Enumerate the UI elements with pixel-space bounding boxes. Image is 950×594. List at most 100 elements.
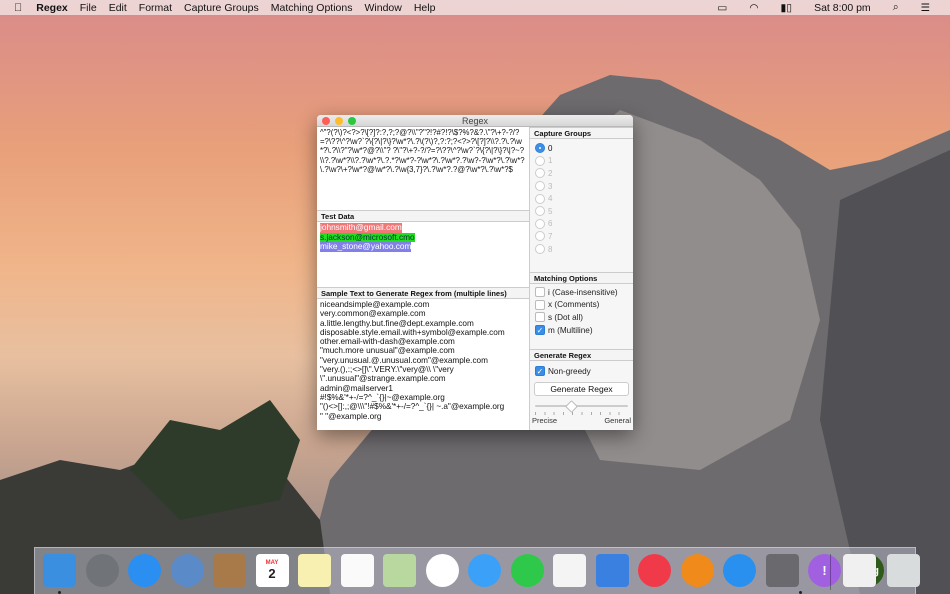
option-checkbox[interactable]: ✓ m (Multiline) bbox=[530, 324, 633, 337]
option-label: m (Multiline) bbox=[548, 325, 593, 335]
launchpad-icon[interactable] bbox=[85, 554, 119, 587]
regex-output[interactable]: ^"?(?\)?<?>?\[?]?:?,?;?@?\\"?"?!?#?!?\$?… bbox=[317, 127, 529, 210]
sample-line: \".unusual"@strange.example.com bbox=[320, 374, 446, 384]
photos-icon[interactable] bbox=[425, 554, 459, 587]
calendar-icon[interactable]: MAY 2 bbox=[255, 554, 289, 587]
system-preferences-icon[interactable] bbox=[765, 554, 799, 587]
sample-line: " "@example.org bbox=[320, 411, 382, 421]
dock-separator bbox=[830, 554, 831, 590]
non-greedy-label: Non-greedy bbox=[548, 366, 591, 376]
capture-group-radio-5[interactable]: 5 bbox=[530, 205, 633, 218]
menu-matching-options[interactable]: Matching Options bbox=[271, 2, 353, 14]
slider-min-label: Precise bbox=[532, 415, 558, 425]
zoom-button[interactable] bbox=[348, 117, 356, 125]
keynote-icon[interactable] bbox=[595, 554, 629, 587]
sample-line: "very.unusual.@.unusual.com"@example.com bbox=[320, 355, 488, 365]
capture-groups-header: Capture Groups bbox=[530, 127, 633, 139]
radio-icon bbox=[535, 155, 545, 166]
radio-icon bbox=[535, 206, 545, 217]
sample-text-header: Sample Text to Generate Regex from (mult… bbox=[317, 287, 529, 299]
radio-label: 8 bbox=[548, 244, 553, 254]
capture-group-radio-1[interactable]: 1 bbox=[530, 155, 633, 168]
notes-icon[interactable] bbox=[298, 554, 331, 587]
radio-label: 6 bbox=[548, 219, 553, 229]
spotlight-icon[interactable]: ⌕ bbox=[893, 1, 899, 14]
app-store-icon[interactable] bbox=[723, 554, 756, 587]
sample-line: a.little.lengthy.but.fine@dept.example.c… bbox=[320, 318, 474, 328]
non-greedy-checkbox[interactable]: ✓ Non-greedy bbox=[530, 365, 633, 378]
radio-label: 1 bbox=[548, 156, 553, 166]
menu-file[interactable]: File bbox=[80, 2, 97, 14]
radio-label: 7 bbox=[548, 231, 553, 241]
option-label: x (Comments) bbox=[548, 300, 600, 310]
contacts-icon[interactable] bbox=[213, 554, 246, 587]
messages-icon[interactable] bbox=[468, 554, 501, 587]
matching-options-header: Matching Options bbox=[530, 272, 633, 284]
sample-text-input[interactable]: niceandsimple@example.com very.common@exa… bbox=[317, 299, 529, 422]
sample-line: "()<>[]:,;@\\\"!#$%&'*+-/=?^_`{}| ~.a"@e… bbox=[320, 402, 505, 412]
apple-menu-icon[interactable]:  bbox=[14, 2, 22, 14]
reminders-icon[interactable] bbox=[340, 554, 374, 587]
mail-icon[interactable] bbox=[170, 554, 204, 587]
menu-window[interactable]: Window bbox=[364, 2, 401, 14]
minimize-button[interactable] bbox=[335, 117, 343, 125]
sample-line: disposable.style.email.with+symbol@examp… bbox=[320, 327, 505, 337]
menu-help[interactable]: Help bbox=[414, 2, 436, 14]
pdf-icon[interactable] bbox=[843, 554, 876, 587]
checkbox-icon bbox=[535, 299, 545, 310]
slider-thumb[interactable] bbox=[564, 399, 578, 413]
dock: MAY2!Re/g bbox=[34, 547, 920, 594]
capture-group-radio-2[interactable]: 2 bbox=[530, 167, 633, 180]
option-checkbox[interactable]: x (Comments) bbox=[530, 299, 633, 312]
menu-edit[interactable]: Edit bbox=[109, 2, 127, 14]
ibooks-icon[interactable] bbox=[680, 554, 714, 587]
capture-group-radio-4[interactable]: 4 bbox=[530, 192, 633, 205]
capture-group-radio-0[interactable]: 0 bbox=[530, 142, 633, 155]
safari-icon[interactable] bbox=[128, 554, 161, 587]
test-data-input[interactable]: johnsmith@gmail.com s.jackson@microsoft.… bbox=[317, 222, 529, 287]
finder-icon[interactable] bbox=[43, 554, 76, 587]
option-checkbox[interactable]: i (Case-insensitive) bbox=[530, 286, 633, 299]
slider-max-label: General bbox=[604, 415, 631, 425]
radio-icon bbox=[535, 168, 545, 179]
clock[interactable]: Sat 8:00 pm bbox=[814, 2, 871, 14]
generate-regex-button[interactable]: Generate Regex bbox=[534, 381, 629, 396]
sample-line: other.email-with-dash@example.com bbox=[320, 337, 455, 347]
wifi-icon[interactable]: ◠ bbox=[749, 2, 758, 14]
checkbox-icon bbox=[535, 312, 545, 323]
sample-line: very.common@example.com bbox=[320, 309, 426, 319]
checkmark-icon: ✓ bbox=[535, 366, 545, 377]
facetime-icon[interactable] bbox=[510, 554, 544, 587]
option-checkbox[interactable]: s (Dot all) bbox=[530, 311, 633, 324]
capture-group-radio-8[interactable]: 8 bbox=[530, 243, 633, 256]
battery-icon[interactable]: ▮▯ bbox=[781, 2, 793, 14]
title-bar[interactable]: Regex bbox=[317, 115, 633, 127]
menu-bar:  Regex File Edit Format Capture Groups … bbox=[0, 0, 950, 15]
sample-line: "very.(),:;<>[]\".VERY.\"very@\\ \"very bbox=[320, 365, 454, 375]
capture-group-radio-6[interactable]: 6 bbox=[530, 218, 633, 231]
menu-capture-groups[interactable]: Capture Groups bbox=[184, 2, 259, 14]
match-highlight: mike_stone@yahoo.com bbox=[320, 241, 412, 252]
feedback-icon[interactable]: ! bbox=[808, 554, 841, 587]
notification-center-icon[interactable]: ☰ bbox=[921, 2, 930, 14]
capture-group-radio-3[interactable]: 3 bbox=[530, 180, 633, 193]
radio-label: 0 bbox=[548, 143, 553, 153]
precision-slider[interactable] bbox=[535, 399, 628, 416]
generate-regex-header: Generate Regex bbox=[530, 349, 633, 361]
radio-icon bbox=[535, 193, 545, 204]
test-data-header: Test Data bbox=[317, 210, 529, 222]
checkbox-icon bbox=[535, 287, 545, 298]
menu-regex[interactable]: Regex bbox=[36, 2, 68, 14]
sample-line: #!$%&'*+-/=?^_`{}|~@example.org bbox=[320, 392, 445, 402]
airplay-icon[interactable]: ▭ bbox=[717, 2, 727, 14]
menu-format[interactable]: Format bbox=[139, 2, 172, 14]
maps-icon[interactable] bbox=[383, 554, 416, 587]
sample-line: "much.more unusual"@example.com bbox=[320, 346, 455, 356]
capture-group-radio-7[interactable]: 7 bbox=[530, 230, 633, 243]
itunes-icon[interactable] bbox=[638, 554, 671, 587]
numbers-icon[interactable] bbox=[553, 554, 586, 587]
close-button[interactable] bbox=[322, 117, 330, 125]
radio-label: 4 bbox=[548, 194, 553, 204]
trash-icon[interactable] bbox=[887, 554, 920, 587]
option-label: i (Case-insensitive) bbox=[548, 287, 618, 297]
